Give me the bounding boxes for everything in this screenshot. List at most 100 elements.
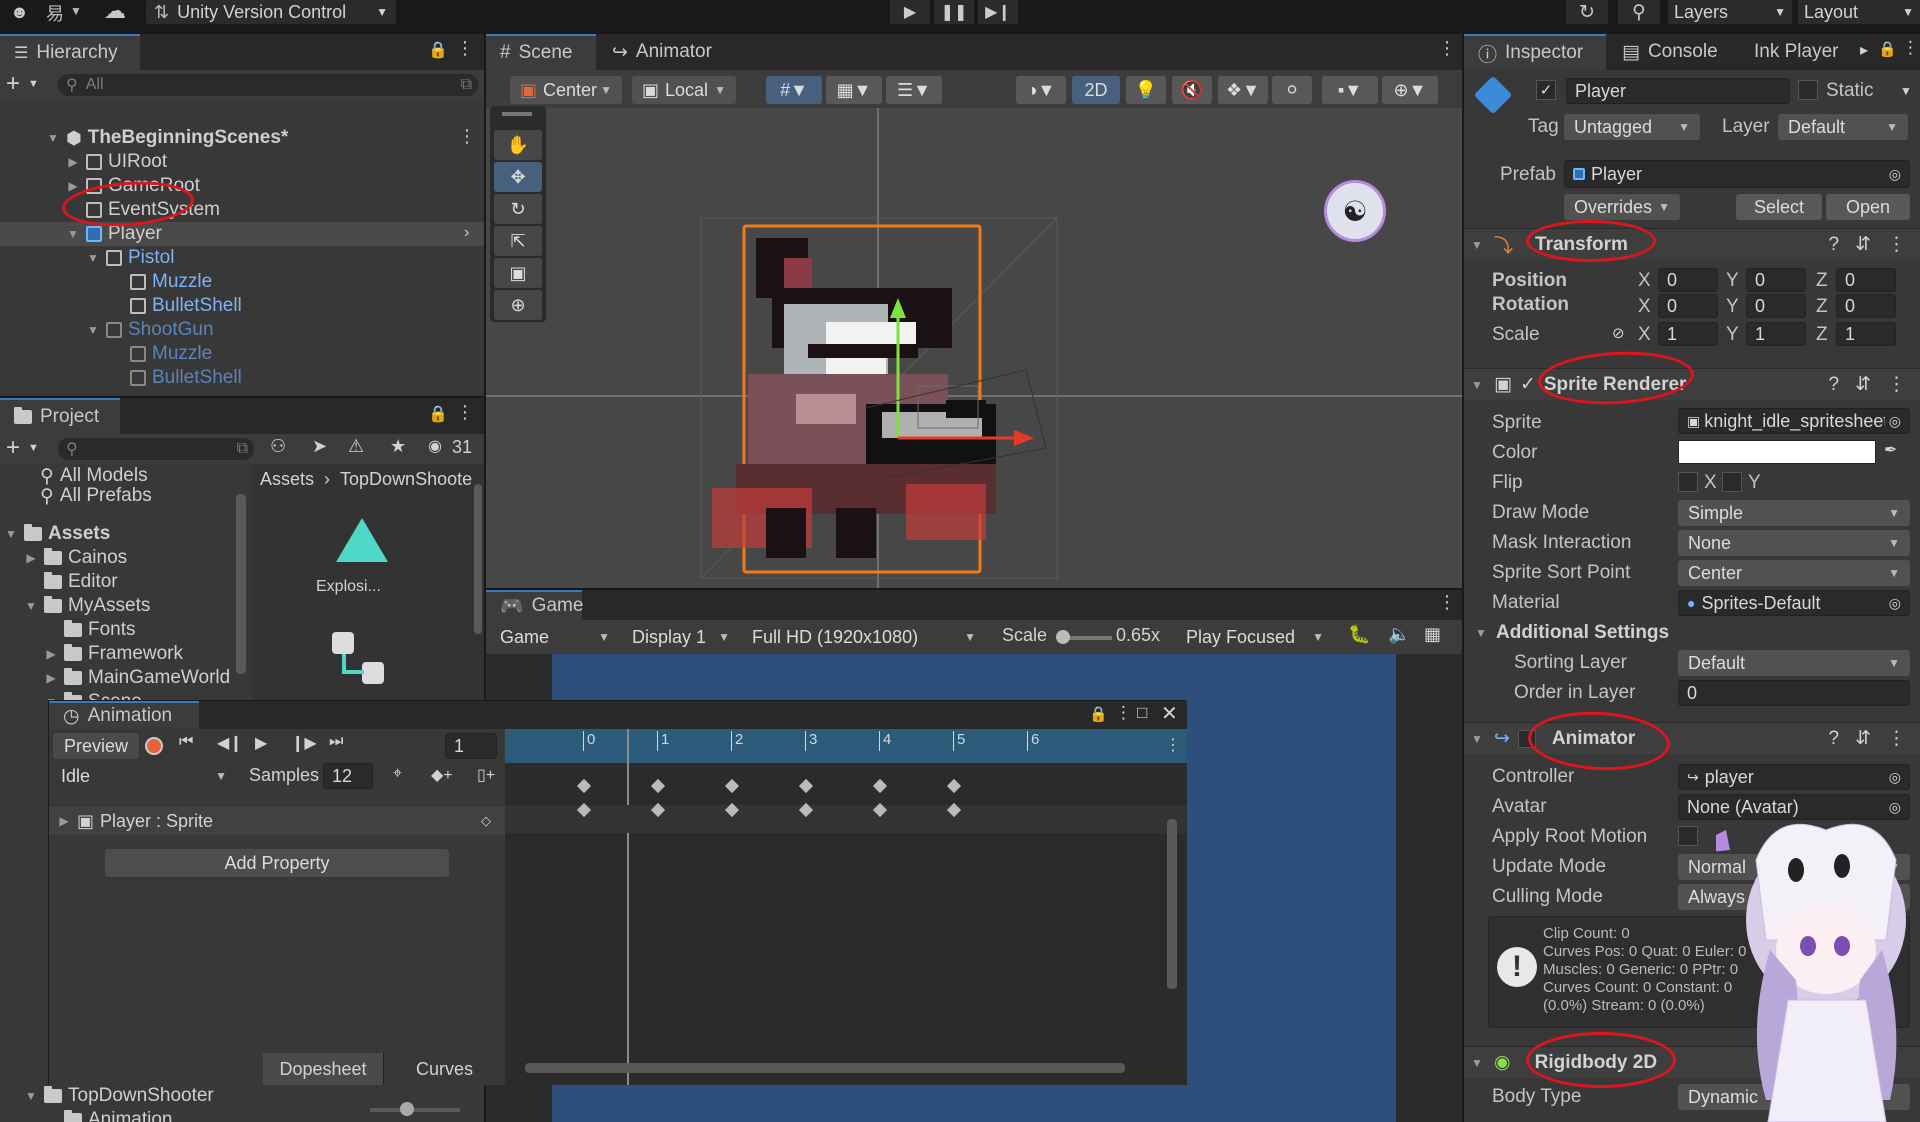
more-icon[interactable]: ⋮: [1115, 703, 1132, 723]
prefab-field[interactable]: Player ◎: [1564, 160, 1910, 188]
layer-dropdown[interactable]: Default ▼: [1778, 114, 1908, 140]
chevron-down-icon[interactable]: ▼: [1900, 84, 1912, 98]
grid-snap-button[interactable]: #▼: [766, 76, 822, 104]
sprite-field[interactable]: ▣ knight_idle_spritesheet ◎: [1678, 408, 1910, 434]
search-icon[interactable]: ⚲: [1618, 0, 1660, 24]
rotation-y-input[interactable]: 0: [1746, 294, 1806, 318]
collapsed-triangle-icon[interactable]: ▶: [44, 671, 58, 685]
stats-icon[interactable]: ▦: [1424, 624, 1441, 645]
position-x-input[interactable]: 0: [1658, 268, 1718, 292]
target-icon[interactable]: ◎: [1889, 595, 1901, 612]
expand-triangle-icon[interactable]: ▼: [46, 131, 60, 145]
open-button[interactable]: Open: [1826, 194, 1910, 220]
chevron-right-icon[interactable]: ▸: [1860, 40, 1868, 60]
folder-maingameworld[interactable]: ▶ MainGameWorld: [44, 666, 230, 690]
add-event-icon[interactable]: ▯+: [477, 765, 495, 785]
color-swatch[interactable]: [1678, 440, 1876, 464]
collapsed-triangle-icon[interactable]: ▶: [66, 179, 80, 193]
more-icon[interactable]: ⋮: [456, 402, 474, 423]
rotation-x-input[interactable]: 0: [1658, 294, 1718, 318]
bug-icon[interactable]: 🐛: [1348, 624, 1370, 645]
eyedropper-icon[interactable]: ✒: [1884, 440, 1897, 460]
scene-viewport[interactable]: [486, 108, 1462, 588]
more-icon[interactable]: ⋮: [456, 38, 474, 59]
play-button[interactable]: ▶: [890, 0, 930, 24]
curves-tab[interactable]: Curves: [383, 1053, 505, 1085]
scale-z-input[interactable]: 1: [1836, 322, 1896, 346]
folder-assets[interactable]: ▼ Assets: [4, 522, 110, 546]
preset-icon[interactable]: ⇵: [1855, 233, 1871, 256]
tab-inspector[interactable]: ⓘ Inspector: [1464, 34, 1606, 70]
lock-icon[interactable]: 🔒: [428, 40, 448, 60]
preview-button[interactable]: Preview: [53, 733, 139, 759]
tab-animator[interactable]: ↪ Animator: [598, 34, 728, 70]
hierarchy-item-pistol[interactable]: ▼ Pistol: [86, 246, 174, 270]
pause-button[interactable]: ❚❚: [934, 0, 974, 24]
visibility-icon[interactable]: ◉: [428, 436, 442, 456]
tab-game[interactable]: 🎮 Game: [486, 590, 583, 620]
hierarchy-item-bulletshell[interactable]: BulletShell: [110, 294, 242, 318]
playhead[interactable]: [627, 729, 629, 1085]
expand-triangle-icon[interactable]: ▼: [1470, 732, 1484, 746]
scale-slider-knob[interactable]: [1056, 630, 1070, 644]
more-icon[interactable]: ⋮: [1902, 38, 1919, 58]
flip-x-checkbox[interactable]: [1678, 472, 1698, 492]
property-row[interactable]: ▶ ▣ Player : Sprite ◇: [49, 807, 505, 835]
close-icon[interactable]: ✕: [1161, 701, 1178, 726]
last-frame-icon[interactable]: ⏭: [329, 733, 343, 751]
warning-icon[interactable]: ⚠: [348, 436, 364, 457]
keyframe-snap-icon[interactable]: ⌖: [393, 765, 402, 783]
display-dropdown[interactable]: Display 1 ▼: [622, 623, 740, 651]
expand-triangle-icon[interactable]: ▼: [24, 599, 38, 613]
tab-animation[interactable]: ◷ Animation: [49, 701, 199, 729]
collapsed-triangle-icon[interactable]: ▶: [24, 551, 38, 565]
account-chevron-icon[interactable]: ▼: [70, 4, 82, 18]
samples-input[interactable]: 12: [323, 763, 373, 789]
help-icon[interactable]: ?: [1829, 374, 1840, 396]
hierarchy-item-shootgun[interactable]: ▼ ShootGun: [86, 318, 214, 342]
constrain-proportions-icon[interactable]: ⊘: [1612, 324, 1625, 342]
favorite-all-prefabs[interactable]: ⚲ All Prefabs: [40, 484, 152, 508]
add-property-button[interactable]: Add Property: [105, 849, 449, 877]
tag-dropdown[interactable]: Untagged ▼: [1564, 114, 1700, 140]
account-label[interactable]: 易: [46, 0, 64, 26]
expand-triangle-icon[interactable]: ▼: [66, 227, 80, 241]
order-in-layer-input[interactable]: 0: [1678, 680, 1910, 706]
scale-x-input[interactable]: 1: [1658, 322, 1718, 346]
zoom-slider-knob[interactable]: [400, 1102, 414, 1116]
more-icon[interactable]: ⋮: [1887, 233, 1906, 256]
graph-asset-icon[interactable]: [332, 632, 388, 688]
position-y-input[interactable]: 0: [1746, 268, 1806, 292]
expand-triangle-icon[interactable]: ▼: [1474, 626, 1488, 640]
timeline-hscrollbar[interactable]: [525, 1063, 1125, 1073]
play-mode-dropdown[interactable]: Play Focused ▼: [1176, 623, 1334, 651]
sort-point-dropdown[interactable]: Center ▼: [1678, 560, 1910, 586]
chevron-down-icon[interactable]: ▼: [28, 78, 39, 90]
timeline-vscrollbar[interactable]: [1167, 819, 1177, 989]
resolution-dropdown[interactable]: Full HD (1920x1080) ▼: [742, 623, 986, 651]
material-field[interactable]: ● Sprites-Default ◎: [1678, 590, 1910, 616]
static-checkbox[interactable]: [1798, 80, 1818, 100]
more-icon[interactable]: ⋮: [1887, 373, 1906, 396]
history-icon[interactable]: ↻: [1566, 0, 1608, 24]
audio-icon[interactable]: 🔇: [1172, 76, 1212, 104]
project-search-input[interactable]: ⚲ ⧉: [58, 438, 254, 460]
clip-dropdown[interactable]: Idle ▼: [51, 763, 237, 789]
frame-input[interactable]: 1: [445, 733, 497, 759]
more-icon[interactable]: ⋮: [1438, 592, 1456, 613]
tab-scene[interactable]: # Scene: [486, 34, 596, 70]
breadcrumb-assets[interactable]: Assets: [260, 469, 314, 490]
label-icon[interactable]: ➤: [312, 436, 327, 457]
position-z-input[interactable]: 0: [1836, 268, 1896, 292]
preset-icon[interactable]: ⇵: [1855, 373, 1871, 396]
collapsed-triangle-icon[interactable]: ▶: [44, 647, 58, 661]
scene-row[interactable]: ▼ ⬢ TheBeginningScenes*: [46, 126, 288, 150]
expand-triangle-icon[interactable]: ▼: [86, 323, 100, 337]
more-icon[interactable]: ⋮: [1887, 727, 1906, 750]
record-button[interactable]: [145, 737, 163, 755]
scale-y-input[interactable]: 1: [1746, 322, 1806, 346]
folder-animation[interactable]: Animation: [44, 1108, 173, 1122]
explosion-asset[interactable]: Explosi...: [302, 518, 412, 608]
tab-console[interactable]: ▤ Console: [1608, 34, 1738, 70]
tab-ink-player[interactable]: Ink Player: [1740, 34, 1860, 70]
